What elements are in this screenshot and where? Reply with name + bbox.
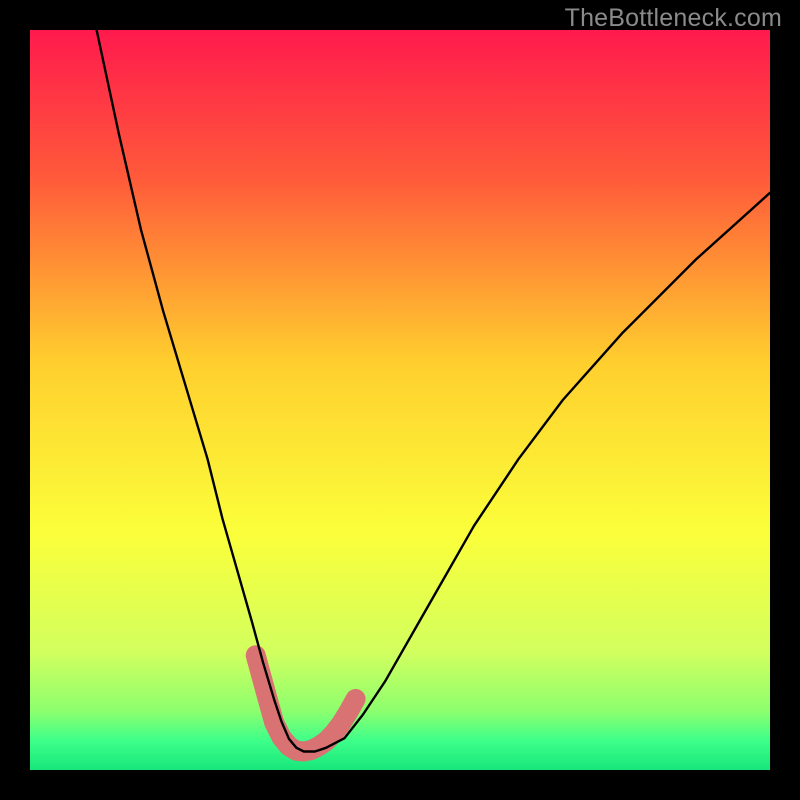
gradient-background bbox=[30, 30, 770, 770]
plot-area bbox=[30, 30, 770, 770]
chart-canvas bbox=[30, 30, 770, 770]
chart-frame: TheBottleneck.com bbox=[0, 0, 800, 800]
watermark-text: TheBottleneck.com bbox=[565, 4, 782, 33]
